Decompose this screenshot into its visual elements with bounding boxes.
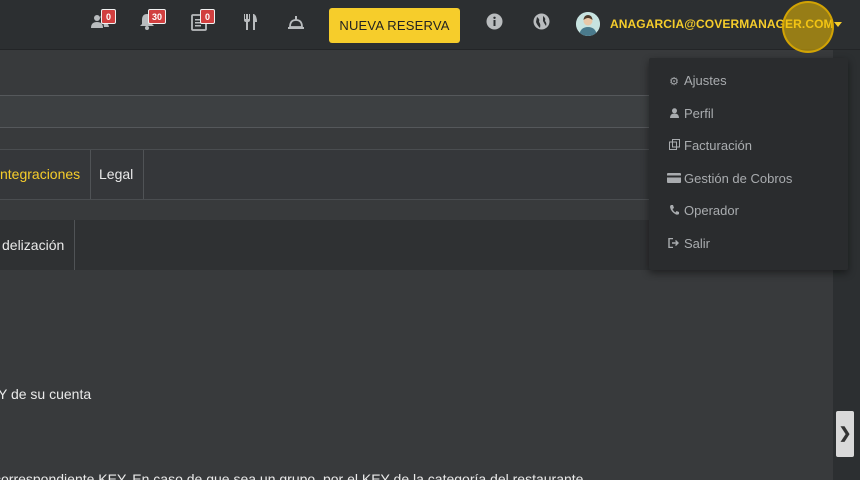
content-text: Y de su cuenta [0, 386, 92, 402]
phone-icon [667, 202, 681, 222]
menu-item-ajustes[interactable]: ⚙ Ajustes [667, 71, 727, 91]
groups-badge: 0 [101, 9, 116, 24]
service-button[interactable] [285, 13, 307, 35]
menu-item-label: Gestión de Cobros [684, 171, 793, 186]
content-text: correspondiente KEY. En caso de que sea … [0, 471, 584, 480]
menu-item-salir[interactable]: Salir [667, 234, 710, 254]
menu-item-label: Perfil [684, 106, 714, 121]
side-panel-toggle[interactable]: ❯ [836, 411, 854, 457]
tab-integraciones[interactable]: ntegraciones [0, 150, 92, 199]
user-dropdown-menu: ⚙ Ajustes Perfil Facturación Gestión de C… [649, 58, 848, 270]
reservations-list-badge: 0 [200, 9, 215, 24]
menu-item-label: Salir [684, 236, 711, 251]
fork-knife-icon [242, 14, 258, 35]
globe-icon [533, 13, 550, 34]
search-bar[interactable] [0, 95, 700, 128]
reservations-list-button[interactable]: 0 [188, 9, 215, 35]
click-indicator [782, 1, 834, 53]
menu-item-facturacion[interactable]: Facturación [667, 136, 752, 156]
info-button[interactable] [483, 13, 505, 35]
gear-icon: ⚙ [669, 76, 679, 88]
new-reservation-button[interactable]: NUEVA RESERVA [329, 8, 460, 43]
groups-button[interactable]: 0 [89, 9, 116, 35]
credit-card-icon [667, 170, 681, 190]
subtab-fidelizacion[interactable]: delización [0, 220, 76, 270]
copy-icon [667, 137, 681, 157]
menu-item-operador[interactable]: Operador [667, 201, 739, 221]
settings-tabs: ntegraciones Legal [0, 149, 700, 200]
menu-item-label: Operador [684, 203, 739, 218]
menu-item-label: Ajustes [684, 73, 727, 88]
settings-subtabs: delización [0, 220, 700, 270]
hand-bell-icon [287, 16, 305, 35]
sign-out-icon [667, 235, 681, 255]
chevron-right-icon: ❯ [838, 425, 852, 442]
tab-legal[interactable]: Legal [89, 150, 145, 199]
restaurant-button[interactable] [239, 13, 261, 35]
user-icon [667, 105, 681, 125]
top-navbar: 0 30 0 NUEVA RESERVA ANAGARCIA@COVERMANA… [0, 0, 860, 53]
info-icon [486, 13, 503, 34]
avatar[interactable] [576, 12, 600, 36]
chevron-down-icon[interactable] [834, 22, 842, 27]
language-button[interactable] [530, 13, 552, 35]
menu-item-gestion-cobros[interactable]: Gestión de Cobros [667, 169, 792, 189]
menu-item-perfil[interactable]: Perfil [667, 104, 714, 124]
menu-item-label: Facturación [684, 138, 752, 153]
notifications-badge: 30 [148, 9, 167, 24]
notifications-button[interactable]: 30 [136, 9, 167, 35]
